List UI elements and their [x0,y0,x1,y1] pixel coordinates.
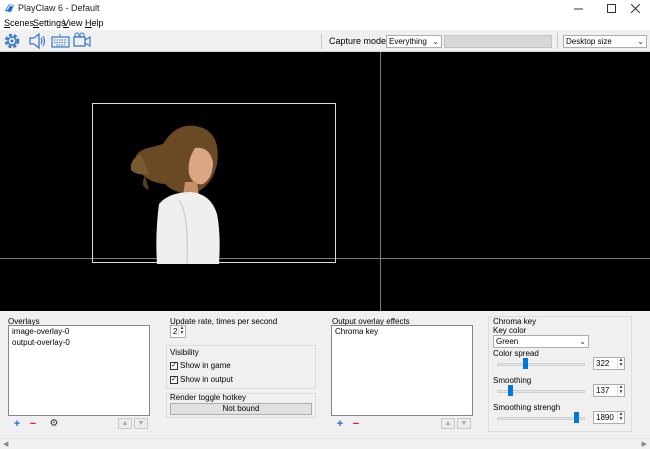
key-color-label: Key color [493,326,527,335]
overlay-settings-button[interactable]: ⚙ [48,418,60,429]
spin-arrows-icon: ▲ ▼ [178,325,185,337]
plus-icon: + [336,417,344,430]
smoothing-strength-spinner[interactable]: 1890 ▲ ▼ [593,411,625,424]
checkmark-icon: ✓ [170,375,178,384]
preview-canvas[interactable] [0,52,650,311]
camera-icon[interactable] [72,31,92,51]
chroma-key-title: Chroma key [493,317,537,326]
guide-line-vertical [380,52,381,311]
toolbar: Capture mode Everything ⌄ Desktop size ⌄ [0,30,650,52]
add-effect-button[interactable]: + [334,417,346,430]
toolbar-separator [321,33,322,49]
window-title: PlayClaw 6 - Default [18,3,100,13]
color-spread-slider-thumb[interactable] [523,358,528,369]
list-item[interactable]: output-overlay-0 [9,337,149,348]
effects-list[interactable]: Chroma key [331,325,473,416]
capture-mode-label: Capture mode [329,36,387,46]
minus-icon: − [29,417,37,430]
smoothing-label: Smoothing [493,376,532,385]
chevron-down-icon: ▼ [137,420,145,427]
list-item[interactable]: Chroma key [332,326,472,337]
chevron-down-icon: ▼ [460,420,468,427]
update-rate-spinner[interactable]: 2 ▲ ▼ [170,325,186,338]
chevron-down-icon: ⌄ [432,37,439,46]
chevron-down-icon: ⌄ [579,337,586,346]
chroma-keyed-person-image [130,125,220,265]
effect-move-down-button[interactable]: ▼ [457,418,471,429]
show-in-game-checkbox[interactable]: ✓ Show in game [170,361,231,370]
minimize-icon [573,8,583,10]
update-rate-label: Update rate, times per second [170,317,278,326]
scroll-right-icon[interactable]: ▶ [642,440,647,448]
menu-scenes[interactable]: Scenes [4,18,34,28]
output-size-select[interactable]: Desktop size ⌄ [563,35,647,48]
color-spread-label: Color spread [493,349,539,358]
spin-arrows-icon: ▲ ▼ [617,357,624,369]
color-spread-spinner[interactable]: 322 ▲ ▼ [593,357,625,370]
close-icon [630,4,640,13]
spin-arrows-icon: ▲ ▼ [617,384,624,396]
speaker-icon[interactable] [27,31,47,51]
menu-bar: Scenes Settings View Help [0,17,650,30]
key-color-select[interactable]: Green ⌄ [493,335,589,348]
horizontal-scrollbar[interactable]: ◀ ▶ [0,438,650,449]
move-down-button[interactable]: ▼ [134,418,148,429]
effect-move-up-button[interactable]: ▲ [441,418,455,429]
capture-target-select [444,35,552,48]
minus-icon: − [352,417,360,430]
remove-effect-button[interactable]: − [350,417,362,430]
maximize-icon [606,4,616,13]
toolbar-separator [557,33,558,49]
hotkey-bind-button[interactable]: Not bound [170,403,312,415]
chevron-up-icon: ▲ [444,420,452,427]
color-spread-slider-track[interactable] [497,363,585,366]
hotkey-title: Render toggle hotkey [170,393,247,402]
title-bar: PlayClaw 6 - Default [0,0,650,17]
chevron-down-icon: ⌄ [637,37,644,46]
smoothing-strength-slider-thumb[interactable] [574,412,579,423]
remove-overlay-button[interactable]: − [27,417,39,430]
visibility-title: Visibility [170,348,199,357]
smoothing-slider-thumb[interactable] [508,385,513,396]
capture-mode-select[interactable]: Everything ⌄ [386,35,442,48]
spin-arrows-icon: ▲ ▼ [617,411,624,423]
app-logo-icon [5,4,14,12]
menu-view[interactable]: View [63,18,82,28]
gear-icon[interactable] [2,31,22,51]
minimize-button[interactable] [563,0,593,17]
overlay-selection-frame[interactable] [92,103,336,265]
smoothing-strength-label: Smoothing strengh [493,403,561,412]
menu-help[interactable]: Help [85,18,104,28]
scroll-left-icon[interactable]: ◀ [3,440,8,448]
move-up-button[interactable]: ▲ [118,418,132,429]
list-item[interactable]: image-overlay-0 [9,326,149,337]
overlays-list[interactable]: image-overlay-0 output-overlay-0 [8,325,150,416]
keyboard-icon[interactable] [50,31,70,51]
chevron-up-icon: ▲ [121,420,129,427]
close-button[interactable] [620,0,650,17]
show-in-output-checkbox[interactable]: ✓ Show in output [170,375,233,384]
add-overlay-button[interactable]: + [11,417,23,430]
checkmark-icon: ✓ [170,361,178,370]
menu-settings[interactable]: Settings [33,18,66,28]
smoothing-spinner[interactable]: 137 ▲ ▼ [593,384,625,397]
smoothing-strength-slider-track[interactable] [497,417,585,420]
plus-icon: + [13,417,21,430]
gear-icon: ⚙ [49,418,59,429]
